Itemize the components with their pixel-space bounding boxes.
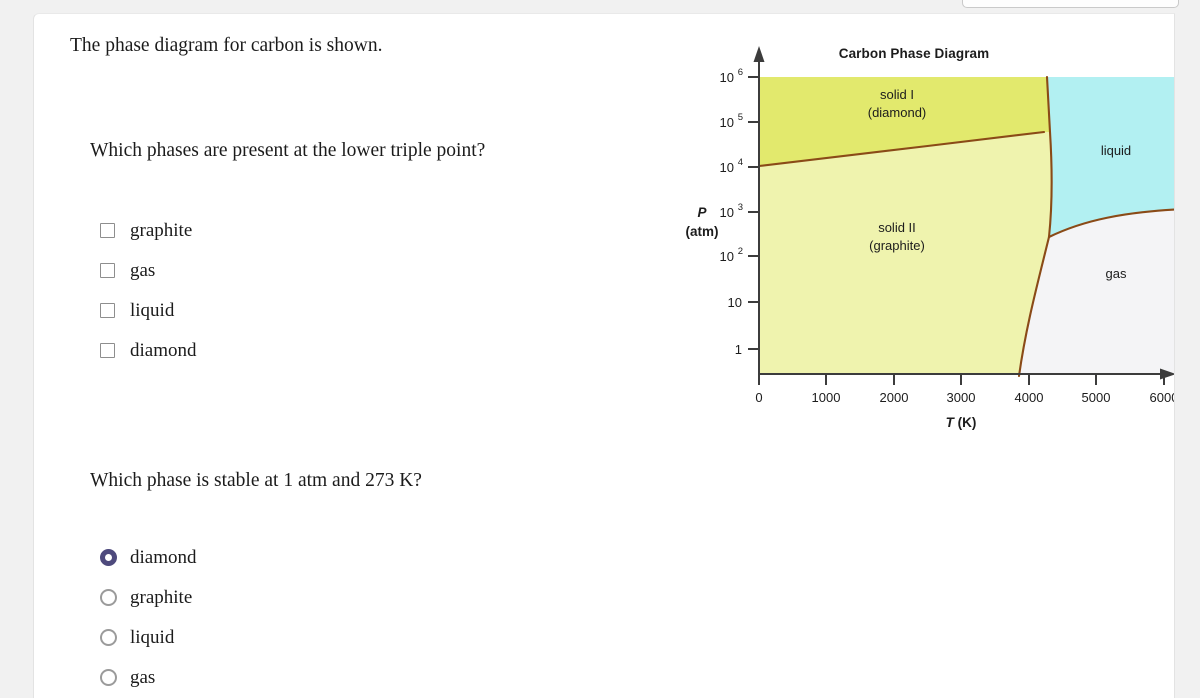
question-2-option-list: diamond graphite liquid gas <box>100 537 197 697</box>
checkbox-option-diamond[interactable]: diamond <box>100 330 197 370</box>
x-axis-name-unit: (K) <box>954 415 977 430</box>
y-axis-name-symbol: P <box>697 205 707 220</box>
region-label-solid-i-line2: (diamond) <box>868 105 927 120</box>
x-tick-label: 5000 <box>1082 390 1111 405</box>
top-background-strip <box>0 0 1200 13</box>
x-tick-label: 1000 <box>812 390 841 405</box>
question-1-prompt: Which phases are present at the lower tr… <box>90 140 486 161</box>
y-tick-exponent: 3 <box>738 202 743 213</box>
x-axis-ticks <box>758 374 1165 385</box>
y-tick-label: 10 <box>728 295 742 310</box>
radio-option-graphite[interactable]: graphite <box>100 577 197 617</box>
radio-icon[interactable] <box>100 588 117 606</box>
option-label: diamond <box>130 546 197 568</box>
region-label-solid-ii-line2: (graphite) <box>869 238 925 253</box>
y-tick-label: 10 <box>720 205 734 220</box>
checkbox-option-gas[interactable]: gas <box>100 250 197 290</box>
radio-icon[interactable] <box>100 628 117 646</box>
option-label: gas <box>130 259 156 281</box>
question-1-option-list: graphite gas liquid diamond <box>100 210 197 370</box>
x-axis-name: T (K) <box>946 415 977 430</box>
option-label: graphite <box>130 219 193 241</box>
radio-option-liquid[interactable]: liquid <box>100 617 197 657</box>
y-tick-exponent: 6 <box>738 67 743 78</box>
x-tick-label: 0 <box>755 390 762 405</box>
x-tick-label: 4000 <box>1015 390 1044 405</box>
x-tick-label: 3000 <box>947 390 976 405</box>
y-tick-label: 10 <box>720 249 734 264</box>
checkbox-icon[interactable] <box>100 262 115 278</box>
checkbox-icon[interactable] <box>100 302 115 318</box>
option-label: liquid <box>130 626 175 648</box>
question-2-prompt: Which phase is stable at 1 atm and 273 K… <box>90 470 422 491</box>
y-axis-ticks <box>748 76 759 350</box>
y-axis-arrow-icon <box>753 46 765 62</box>
y-tick-label: 10 <box>720 70 734 85</box>
partial-toolbar-control[interactable] <box>962 0 1179 8</box>
x-tick-label: 2000 <box>880 390 909 405</box>
carbon-phase-diagram-figure: Carbon Phase Diagram 10 6 10 5 10 4 10 3… <box>654 24 1174 444</box>
option-label: graphite <box>130 586 193 608</box>
region-label-gas: gas <box>1106 266 1127 281</box>
region-label-liquid: liquid <box>1101 143 1131 158</box>
y-axis-name-unit: (atm) <box>686 224 719 239</box>
region-label-solid-ii-line1: solid II <box>878 220 916 235</box>
y-tick-exponent: 4 <box>738 157 743 168</box>
radio-icon-selected[interactable] <box>100 548 117 566</box>
phase-diagram-plot: 10 6 10 5 10 4 10 3 10 2 10 1 P (atm) 0 … <box>686 46 1174 430</box>
phase-regions <box>759 77 1174 374</box>
y-tick-exponent: 2 <box>738 246 743 257</box>
y-tick-exponent: 5 <box>738 112 743 123</box>
option-label: liquid <box>130 299 175 321</box>
option-label: diamond <box>130 339 197 361</box>
y-tick-label: 1 <box>735 342 742 357</box>
checkbox-option-graphite[interactable]: graphite <box>100 210 197 250</box>
option-label: gas <box>130 666 156 688</box>
y-axis-tick-labels: 10 6 10 5 10 4 10 3 10 2 10 1 <box>720 67 743 357</box>
checkbox-icon[interactable] <box>100 342 115 358</box>
checkbox-icon[interactable] <box>100 222 115 238</box>
y-tick-label: 10 <box>720 160 734 175</box>
radio-option-gas[interactable]: gas <box>100 657 197 697</box>
content-card: The phase diagram for carbon is shown. W… <box>33 13 1175 698</box>
region-label-solid-i-line1: solid I <box>880 87 914 102</box>
x-tick-label: 6000 <box>1150 390 1174 405</box>
y-tick-label: 10 <box>720 115 734 130</box>
radio-icon[interactable] <box>100 668 117 686</box>
radio-option-diamond[interactable]: diamond <box>100 537 197 577</box>
intro-text: The phase diagram for carbon is shown. <box>70 35 383 56</box>
region-solid-ii-graphite <box>759 132 1052 374</box>
x-axis-tick-labels: 0 1000 2000 3000 4000 5000 6000 <box>755 390 1174 405</box>
checkbox-option-liquid[interactable]: liquid <box>100 290 197 330</box>
